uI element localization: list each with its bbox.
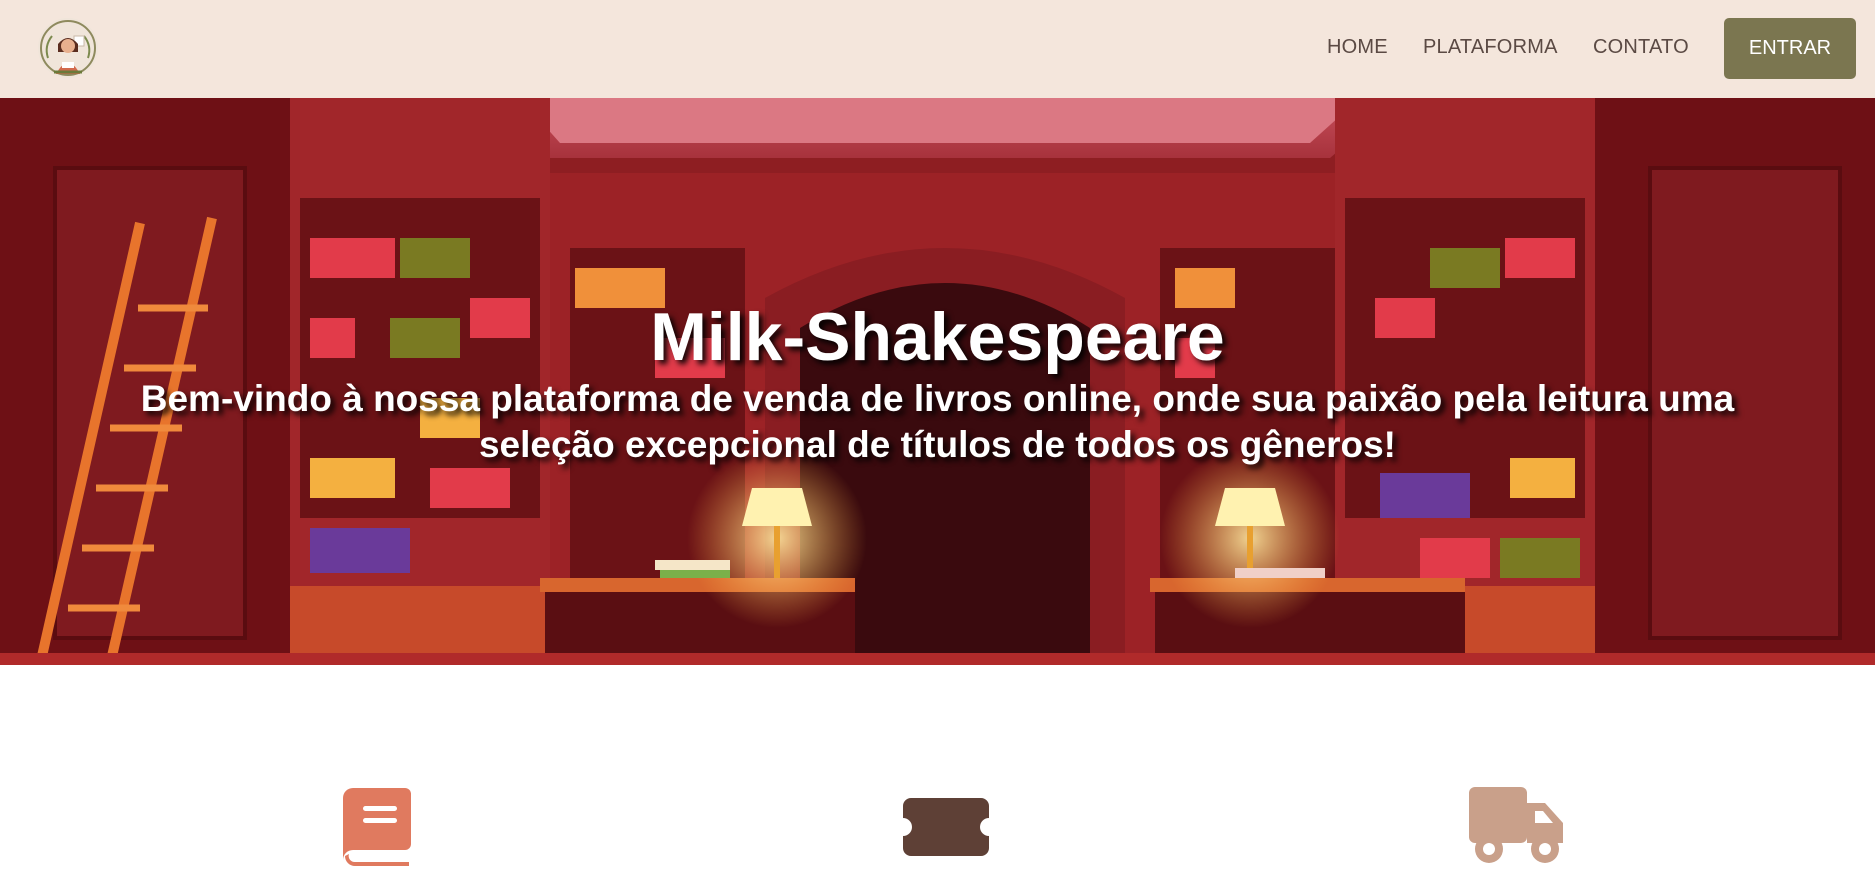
book-icon: [343, 788, 411, 871]
hero-banner: Milk-Shakespeare Bem-vindo à nossa plata…: [0, 98, 1875, 665]
ticket-icon: [903, 798, 989, 861]
reader-avatar-logo-icon: [38, 18, 98, 78]
nav-home[interactable]: HOME: [1327, 36, 1388, 59]
nav-plataforma[interactable]: PLATAFORMA: [1423, 36, 1558, 59]
hero-title: Milk-Shakespeare: [650, 299, 1225, 375]
truck-icon: [1469, 787, 1565, 870]
login-button[interactable]: ENTRAR: [1724, 18, 1856, 79]
top-navbar: HOME PLATAFORMA CONTATO ENTRAR: [0, 0, 1875, 98]
nav-contato[interactable]: CONTATO: [1593, 36, 1689, 59]
logo[interactable]: [38, 18, 98, 78]
hero-subtitle: Bem-vindo à nossa plataforma de venda de…: [140, 378, 1735, 465]
